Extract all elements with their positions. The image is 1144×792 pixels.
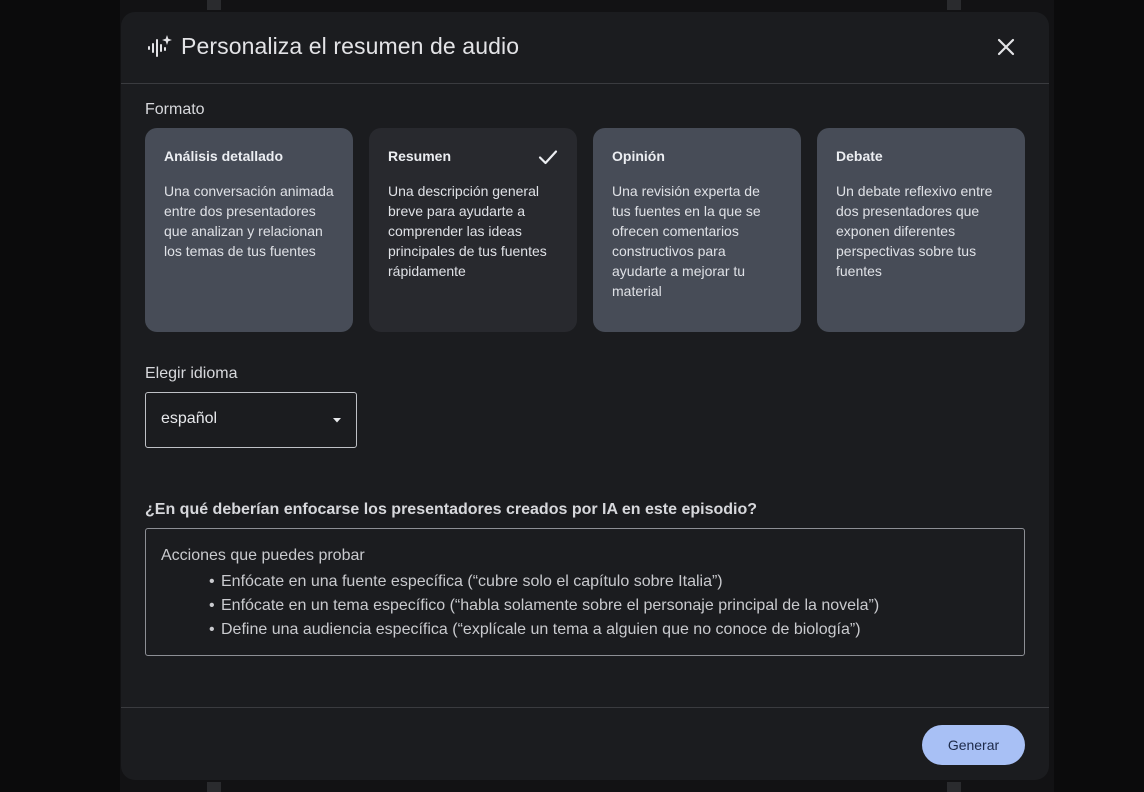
audio-sparkle-icon (148, 35, 172, 57)
language-select[interactable]: español (145, 392, 357, 448)
background-tick (207, 0, 221, 10)
background-tick (947, 0, 961, 10)
format-card-title: Resumen (388, 148, 452, 164)
language-select-value: español (161, 410, 218, 427)
customize-audio-dialog: Personaliza el resumen de audio Formato … (121, 12, 1049, 780)
format-options: Análisis detallado Una conversación anim… (145, 128, 1025, 332)
checkmark-icon (538, 150, 558, 165)
focus-hint-item: • Enfócate en un tema específico (“habla … (209, 597, 880, 614)
background-tick (207, 782, 221, 792)
close-icon[interactable] (993, 34, 1019, 60)
format-card-description: Un debate reflexivo entre dos presentado… (836, 183, 993, 279)
format-label: Formato (145, 101, 205, 118)
generate-button[interactable]: Generar (922, 725, 1025, 765)
format-card-description: Una revisión experta de tus fuentes en l… (612, 183, 761, 299)
format-card-title: Análisis detallado (164, 148, 284, 164)
format-card-title: Debate (836, 148, 883, 164)
focus-question: ¿En qué deberían enfocarse los presentad… (145, 501, 758, 518)
dialog-title: Personaliza el resumen de audio (181, 33, 520, 59)
focus-hint-title: Acciones que puedes probar (161, 547, 365, 564)
format-card-title: Opinión (612, 148, 665, 164)
background-tick (947, 782, 961, 792)
format-card-description: Una conversación animada entre dos prese… (164, 183, 334, 259)
format-card-debate[interactable]: Debate Un debate reflexivo entre dos pre… (817, 128, 1025, 332)
format-card-resumen[interactable]: Resumen Una descripción general breve pa… (369, 128, 577, 332)
caret-down-icon (333, 418, 341, 423)
format-card-analisis-detallado[interactable]: Análisis detallado Una conversación anim… (145, 128, 353, 332)
focus-hint-item: • Define una audiencia específica (“explí… (209, 621, 861, 638)
focus-hint-item: • Enfócate en una fuente específica (“cub… (209, 573, 723, 590)
focus-textarea[interactable]: Acciones que puedes probar • Enfócate en … (145, 528, 1025, 656)
focus-hint-list: • Enfócate en una fuente específica (“cub… (161, 570, 1009, 642)
dialog-header: Personaliza el resumen de audio (121, 12, 1049, 84)
format-card-opinion[interactable]: Opinión Una revisión experta de tus fuen… (593, 128, 801, 332)
format-card-description: Una descripción general breve para ayuda… (388, 183, 547, 279)
language-label: Elegir idioma (145, 365, 238, 382)
footer-divider (121, 707, 1049, 708)
